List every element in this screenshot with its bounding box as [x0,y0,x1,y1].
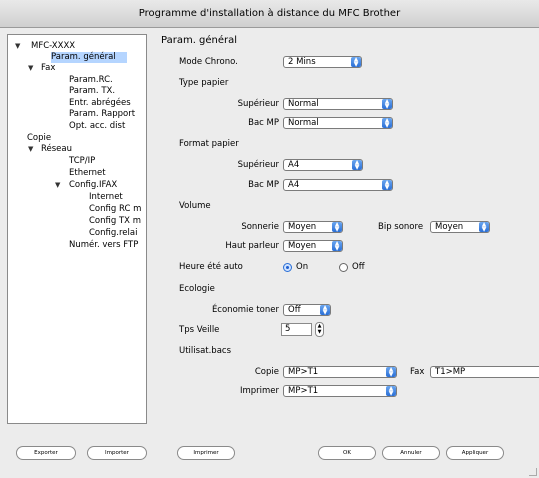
tree-item-entr-abregees[interactable]: Entr. abrégées [69,98,131,109]
resize-grip-icon[interactable] [529,468,537,476]
tree-item-mfc[interactable]: MFC-XXXX [31,41,75,52]
settings-tree[interactable]: ▼ MFC-XXXX Param. général ▼ Fax Param.RC… [7,34,147,424]
popup-arrows-icon: ▲ ▼ [352,160,362,170]
sonnerie-popup[interactable]: Moyen ▲ ▼ [283,221,343,233]
window-titlebar: Programme d'installation à distance du M… [0,0,539,28]
type-bacmp-label: Bac MP [248,118,279,128]
heure-ete-label: Heure été auto [179,262,243,272]
bip-sonore-label: Bip sonore [378,222,424,232]
mode-chrono-popup[interactable]: 2 Mins ▲ ▼ [283,56,362,68]
tree-item-numer-ftp[interactable]: Numér. vers FTP [69,240,138,251]
ecologie-section: Ecologie [179,284,215,294]
heure-ete-off-label: Off [352,262,365,272]
bip-sonore-popup[interactable]: Moyen ▲ ▼ [430,221,490,233]
window-title: Programme d'installation à distance du M… [138,8,401,19]
tree-item-ethernet[interactable]: Ethernet [69,168,106,179]
tps-veille-label: Tps Veille [179,325,220,335]
popup-arrows-icon: ▲ ▼ [320,305,330,315]
type-bacmp-popup[interactable]: Normal ▲ ▼ [283,117,393,129]
tree-item-copie[interactable]: Copie [27,133,51,144]
utilisat-bacs-section: Utilisat.bacs [179,346,232,356]
expand-triangle-icon[interactable]: ▼ [28,144,33,155]
haut-parleur-label: Haut parleur [225,241,279,251]
expand-triangle-icon[interactable]: ▼ [15,41,20,52]
tree-item-param-tx[interactable]: Param. TX. [69,86,115,97]
tps-veille-stepper[interactable]: ▲ ▼ [315,322,324,337]
tree-item-param-rapport[interactable]: Param. Rapport [69,109,135,120]
tree-item-param-rc[interactable]: Param.RC. [69,75,113,86]
imprimer-popup[interactable]: MP>T1 ▲ ▼ [283,385,397,397]
popup-arrows-icon: ▲ ▼ [382,118,392,128]
popup-arrows-icon: ▲ ▼ [351,57,361,67]
popup-arrows-icon: ▲ ▼ [332,241,342,251]
heure-ete-on-radio[interactable] [283,263,292,272]
popup-arrows-icon: ▲ ▼ [332,222,342,232]
tree-item-reseau[interactable]: Réseau [41,144,72,155]
haut-parleur-popup[interactable]: Moyen ▲ ▼ [283,240,343,252]
tree-item-config-tx-m[interactable]: Config TX m [89,216,141,227]
expand-triangle-icon[interactable]: ▼ [28,63,33,74]
fax-label: Fax [410,367,425,377]
tps-veille-input[interactable]: 5 [281,323,312,336]
tree-item-opt-acc-dist[interactable]: Opt. acc. dist [69,121,125,132]
format-superieur-label: Supérieur [237,160,279,170]
imprimer-label: Imprimer [239,386,279,396]
tree-item-param-general[interactable]: Param. général [51,52,127,63]
volume-section: Volume [179,201,211,211]
copie-popup[interactable]: MP>T1 ▲ ▼ [283,366,397,378]
economie-toner-popup[interactable]: Off ▲ ▼ [283,304,331,316]
tree-item-config-relai[interactable]: Config.relai [89,228,137,239]
economie-toner-label: Économie toner [211,305,279,315]
panel-title: Param. général [161,35,238,46]
type-papier-section: Type papier [179,78,229,88]
apply-button[interactable]: Appliquer [446,446,504,460]
format-superieur-popup[interactable]: A4 ▲ ▼ [283,159,363,171]
popup-arrows-icon: ▲ ▼ [386,386,396,396]
expand-triangle-icon[interactable]: ▼ [55,180,60,191]
ok-button[interactable]: OK [318,446,376,460]
tree-item-config-rc-m[interactable]: Config RC m [89,204,141,215]
export-button[interactable]: Exporter [16,446,76,460]
type-superieur-label: Supérieur [237,99,279,109]
popup-arrows-icon: ▲ ▼ [479,222,489,232]
import-button[interactable]: Importer [87,446,147,460]
tree-item-config-ifax[interactable]: Config.IFAX [69,180,117,191]
heure-ete-off-radio[interactable] [339,263,348,272]
tree-item-internet[interactable]: Internet [89,192,123,203]
cancel-button[interactable]: Annuler [382,446,440,460]
type-superieur-popup[interactable]: Normal ▲ ▼ [283,98,393,110]
format-bacmp-popup[interactable]: A4 ▲ ▼ [283,179,393,191]
format-papier-section: Format papier [179,139,239,149]
tree-item-tcpip[interactable]: TCP/IP [69,156,95,167]
heure-ete-on-label: On [296,262,309,272]
popup-arrows-icon: ▲ ▼ [382,99,392,109]
fax-popup[interactable]: T1>MP [430,366,539,378]
sonnerie-label: Sonnerie [241,222,279,232]
tree-item-fax[interactable]: Fax [41,63,55,74]
print-button[interactable]: Imprimer [177,446,235,460]
popup-arrows-icon: ▲ ▼ [382,180,392,190]
mode-chrono-label: Mode Chrono. [179,57,238,67]
format-bacmp-label: Bac MP [248,180,279,190]
popup-arrows-icon: ▲ ▼ [386,367,396,377]
copie-label: Copie [254,367,279,377]
